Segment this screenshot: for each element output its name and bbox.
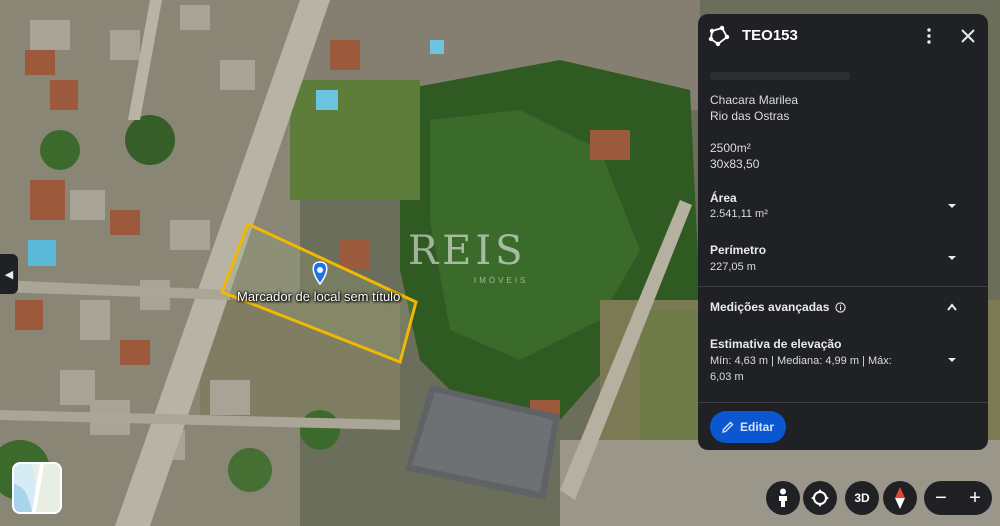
watermark-text: REIS	[408, 228, 527, 274]
divider	[698, 286, 988, 287]
description-line: Chacara Marilea	[710, 93, 799, 107]
elevation-values-max: 6,03 m	[710, 371, 744, 383]
compass-icon	[895, 487, 905, 509]
divider	[698, 402, 988, 403]
edit-button-label: Editar	[739, 420, 774, 434]
toggle-3d-button[interactable]: 3D	[845, 481, 879, 515]
zoom-out-button[interactable]: −	[924, 481, 958, 515]
zoom-controls: − +	[924, 481, 992, 515]
area-value: 2.541,11 m²	[710, 208, 768, 220]
pencil-icon	[722, 421, 734, 433]
watermark-subtext: IMÓVEIS	[474, 276, 529, 285]
rotate-view-button[interactable]	[803, 481, 837, 515]
area-label: Área	[710, 191, 737, 205]
compass-button[interactable]	[883, 481, 917, 515]
panel-header: TEO153	[698, 14, 988, 58]
dropdown-arrow-icon[interactable]	[946, 356, 958, 364]
description-line: 30x83,50	[710, 157, 760, 171]
perimeter-label: Perímetro	[710, 243, 767, 257]
close-icon[interactable]	[958, 24, 978, 48]
map-layer-icon	[14, 464, 60, 512]
zoom-in-button[interactable]: +	[958, 481, 992, 515]
description-line: Rio das Ostras	[710, 109, 790, 123]
description-header-placeholder	[710, 72, 850, 80]
elevation-label: Estimativa de elevação	[710, 337, 842, 351]
elevation-values: Mín: 4,63 m | Mediana: 4,99 m | Máx:	[710, 355, 892, 367]
dropdown-arrow-icon[interactable]	[946, 202, 958, 210]
feature-info-panel: TEO153 Chacara Marilea Rio das Ostras 25…	[698, 14, 988, 450]
pegman-icon	[779, 488, 787, 507]
marker-label[interactable]: Marcador de local sem título	[237, 289, 400, 304]
panel-title: TEO153	[742, 27, 798, 44]
polygon-icon	[708, 25, 730, 47]
advanced-measurements-header[interactable]: Medições avançadas	[710, 300, 847, 314]
more-options-icon[interactable]	[920, 24, 938, 48]
description-line: 2500m²	[710, 141, 751, 155]
advanced-measurements-label: Medições avançadas	[710, 300, 830, 314]
rotate-icon	[811, 489, 829, 507]
perimeter-value: 227,05 m	[710, 261, 756, 273]
chevron-up-icon[interactable]	[946, 303, 958, 311]
dropdown-arrow-icon[interactable]	[946, 254, 958, 262]
edit-button[interactable]: Editar	[710, 411, 786, 443]
info-icon[interactable]	[835, 301, 847, 313]
layers-button[interactable]	[12, 462, 62, 514]
chevron-left-icon: ◀	[4, 268, 14, 281]
pegman-button[interactable]	[766, 481, 800, 515]
expand-side-panel-button[interactable]: ◀	[0, 254, 18, 294]
